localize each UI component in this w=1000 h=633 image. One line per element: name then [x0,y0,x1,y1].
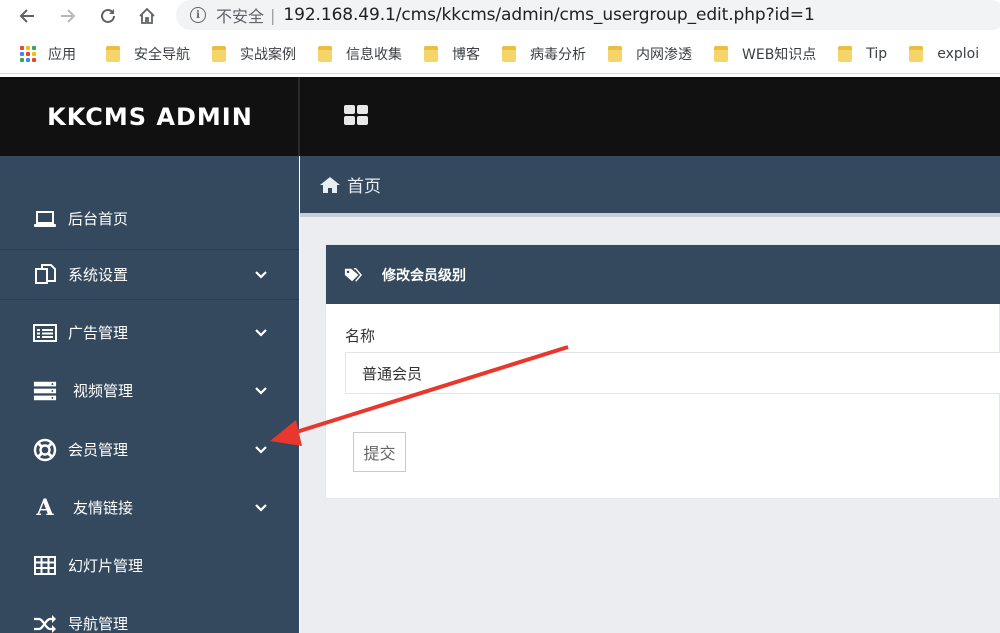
folder-icon [106,45,120,62]
bookmark-folder[interactable]: WEB知识点 [702,40,826,68]
sidebar-item-dashboard[interactable]: 后台首页 [0,188,299,250]
back-arrow-icon[interactable] [14,3,40,29]
laptop-icon [33,207,57,231]
folder-icon [909,45,924,62]
security-label: 不安全 [216,7,265,26]
life-ring-icon [33,438,57,462]
chevron-down-icon[interactable] [253,325,269,341]
folder-icon [608,45,622,62]
server-icon [33,379,57,403]
bookmark-label: 实战案例 [240,46,296,63]
folder-icon [424,45,438,62]
folder-icon [714,45,728,62]
sidebar-item-label: 后台首页 [68,210,129,228]
sidebar-item-slideshow-management[interactable]: 幻灯片管理 [0,537,299,594]
bookmark-label: Tip [866,45,888,62]
bookmark-label: 内网渗透 [636,46,692,63]
copy-icon [33,263,57,287]
address-bar[interactable]: i 不安全 | 192.168.49.1/cms/kkcms/admin/cms… [176,0,1000,30]
font-icon: A [36,494,54,521]
sidebar: 后台首页 系统设置 广告管理 视频管理 会员管理 A 友情链接 幻灯片管理 导航… [0,156,299,633]
folder-icon [838,45,853,62]
breadcrumb-shadow [300,213,1000,217]
sidebar-item-label: 广告管理 [68,324,129,342]
breadcrumb: 首页 [300,156,1000,213]
sidebar-item-label: 导航管理 [68,615,129,633]
sidebar-item-friend-links[interactable]: A 友情链接 [0,479,299,536]
sidebar-toggle-grid-icon[interactable] [344,105,368,125]
panel-title: 修改会员级别 [382,267,466,284]
submit-button[interactable]: 提交 [353,432,406,472]
bookmark-folder[interactable]: 内网渗透 [596,40,702,68]
site-logo[interactable]: KKCMS ADMIN [0,77,300,156]
chevron-down-icon[interactable] [253,267,269,283]
chevron-down-icon[interactable] [253,442,269,458]
bookmark-label: 应用 [48,46,76,63]
name-input[interactable]: 普通会员 [345,352,1000,394]
sidebar-item-system-settings[interactable]: 系统设置 [0,250,299,300]
bookmark-label: 信息收集 [346,46,402,63]
random-icon [33,612,57,633]
home-icon[interactable] [134,3,160,29]
bookmark-folder[interactable]: 安全导航 [86,40,200,68]
sidebar-item-member-management[interactable]: 会员管理 [0,421,299,478]
folder-icon [212,45,226,62]
folder-icon [502,45,516,62]
sidebar-item-label: 视频管理 [73,382,134,400]
bookmark-folder[interactable]: 信息收集 [306,40,412,68]
edit-usergroup-panel: 修改会员级别 名称 普通会员 提交 [325,244,1000,499]
sidebar-item-label: 友情链接 [73,499,134,517]
sidebar-item-label: 幻灯片管理 [68,557,144,575]
forward-arrow-icon[interactable] [55,3,81,29]
name-field-label: 名称 [345,327,376,345]
bookmark-folder[interactable]: exploi [897,40,989,68]
chevron-down-icon[interactable] [253,383,269,399]
folder-icon [318,45,332,62]
tags-icon [344,267,362,282]
sidebar-item-label: 系统设置 [68,266,129,284]
sidebar-item-ad-management[interactable]: 广告管理 [0,304,299,361]
bookmarks-bar: 应用 安全导航 实战案例 信息收集 博客 病毒分析 内网渗透 WEB知识点 Ti… [0,34,1000,74]
reload-icon[interactable] [95,3,121,29]
bookmark-folder[interactable]: 病毒分析 [490,40,596,68]
bookmark-folder[interactable]: 博客 [412,40,490,68]
admin-topbar: KKCMS ADMIN [0,77,1000,156]
bookmark-label: 安全导航 [134,46,190,63]
table-icon [33,554,57,578]
apps-grid-icon [20,45,36,62]
bookmark-label: 博客 [452,46,480,63]
url-separator: | [270,5,276,25]
logo-divider [298,77,300,156]
info-icon[interactable]: i [190,7,206,23]
bookmark-label: exploi [937,45,980,62]
bookmark-apps[interactable]: 应用 [0,40,86,68]
sidebar-item-label: 会员管理 [68,441,129,459]
sidebar-item-video-management[interactable]: 视频管理 [0,362,299,419]
sidebar-item-navigation-management[interactable]: 导航管理 [0,595,299,633]
breadcrumb-home-link[interactable]: 首页 [347,172,381,197]
bookmark-label: 病毒分析 [530,46,586,63]
list-alt-icon [33,321,57,345]
bookmark-folder[interactable]: 实战案例 [200,40,306,68]
panel-header: 修改会员级别 [326,245,1000,304]
bookmark-folder[interactable]: Tip [826,40,897,68]
url-text[interactable]: 192.168.49.1/cms/kkcms/admin/cms_usergro… [283,5,814,25]
chevron-down-icon[interactable] [253,500,269,516]
browser-toolbar: i 不安全 | 192.168.49.1/cms/kkcms/admin/cms… [0,0,1000,33]
home-icon [320,176,340,193]
bookmark-label: WEB知识点 [742,46,817,63]
